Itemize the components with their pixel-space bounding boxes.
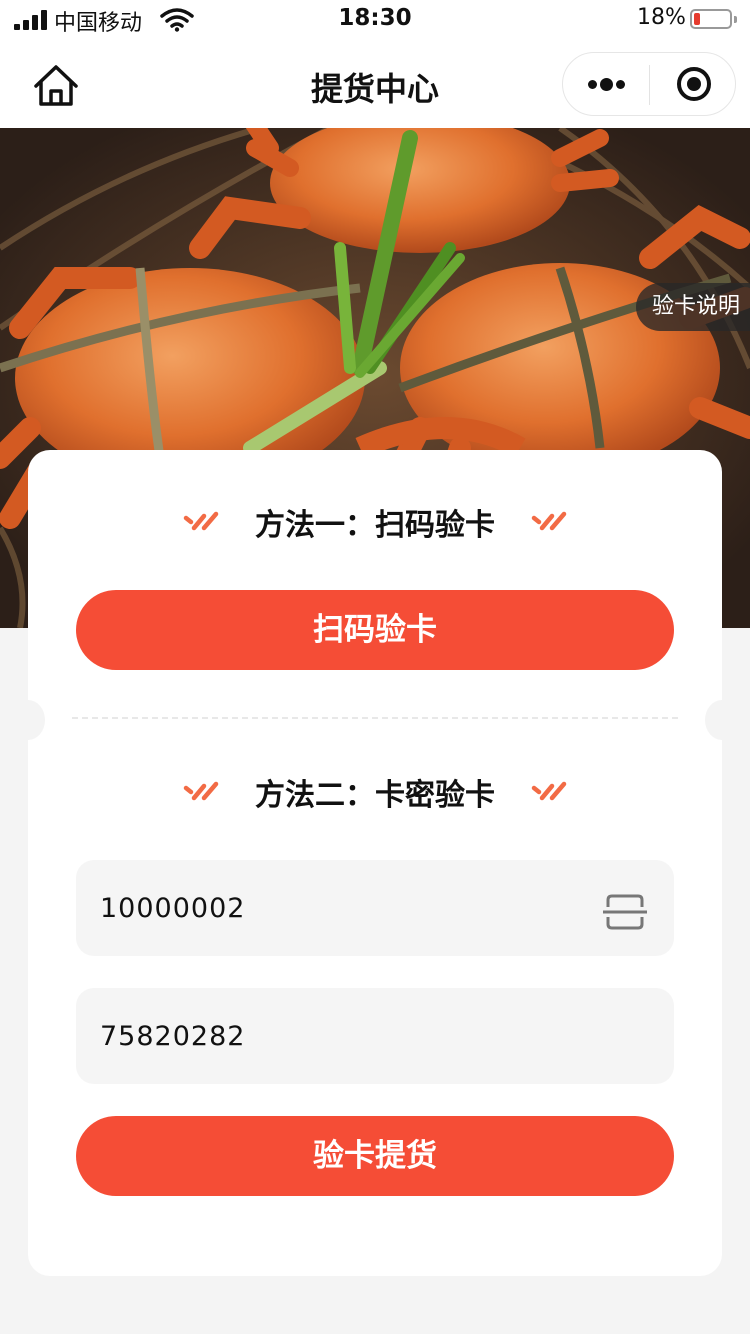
section-divider [72, 717, 678, 719]
scan-verify-button[interactable]: 扫码验卡 [76, 590, 674, 670]
method-two-title: 方法二：卡密验卡 [255, 778, 495, 813]
card-notch-left [11, 700, 45, 740]
card-notch-right [705, 700, 739, 740]
card-number-field [76, 860, 674, 956]
scan-code-icon[interactable] [603, 893, 647, 931]
battery-percent: 18% [637, 5, 686, 30]
battery-tip [734, 16, 737, 23]
card-rule-button[interactable]: 验卡说明 [635, 283, 750, 331]
title-decoration-icon [531, 781, 567, 801]
close-miniprogram-icon[interactable] [650, 53, 736, 115]
card-password-input[interactable] [100, 988, 580, 1084]
nav-bar: 提货中心 [0, 40, 750, 128]
verify-pickup-button[interactable]: 验卡提货 [76, 1116, 674, 1196]
card-number-input[interactable] [100, 860, 580, 956]
miniprogram-capsule [562, 52, 736, 116]
status-bar: 中国移动 18:30 18% [0, 0, 750, 40]
more-icon[interactable] [563, 53, 649, 115]
card-password-field [76, 988, 674, 1084]
method-one-title: 方法一：扫码验卡 [255, 508, 495, 543]
title-decoration-icon [531, 511, 567, 531]
battery-icon [690, 9, 732, 29]
